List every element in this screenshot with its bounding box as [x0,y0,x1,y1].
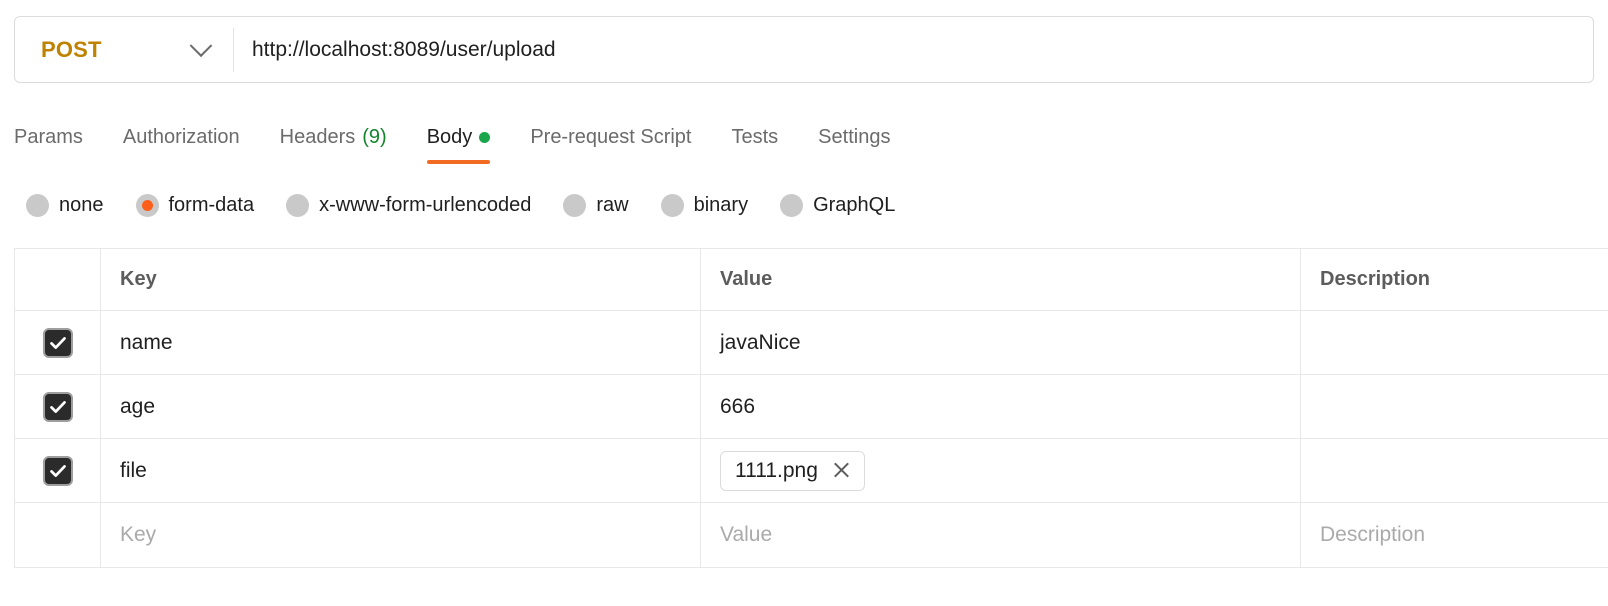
chevron-down-icon [190,34,213,57]
body-mode-binary[interactable]: binary [661,194,748,217]
row-enabled-checkbox[interactable] [43,392,73,422]
body-mode-label: raw [596,194,628,217]
cell-key[interactable]: age [101,375,701,438]
cell-value[interactable]: javaNice [701,311,1301,374]
tab-params[interactable]: Params [14,112,103,162]
cell-description[interactable] [1301,375,1608,438]
table-body: name javaNice age 666 file 1111.png Key Value De… [15,311,1608,567]
body-mode-label: form-data [169,194,255,217]
new-value-input[interactable]: Value [701,503,1301,567]
url-input[interactable] [234,17,1593,82]
header-key-label: Key [120,268,157,291]
file-chip[interactable]: 1111.png [720,451,865,491]
body-mode-none[interactable]: none [26,194,104,217]
tab-tests[interactable]: Tests [711,112,798,162]
body-mode-form-data[interactable]: form-data [136,194,255,217]
request-url-bar: POST [14,16,1594,83]
header-cell-description: Description [1301,249,1608,310]
http-method-dropdown[interactable]: POST [15,17,233,82]
header-cell-value: Value [701,249,1301,310]
new-description-input[interactable]: Description [1301,503,1608,567]
body-mode-graphql[interactable]: GraphQL [780,194,895,217]
unsaved-changes-dot-icon [479,132,490,143]
tab-label: Pre-request Script [530,126,691,149]
key-text: age [120,395,155,419]
radio-unselected-icon[interactable] [661,194,684,217]
tab-authorization[interactable]: Authorization [103,112,260,162]
radio-unselected-icon[interactable] [286,194,309,217]
tab-count-badge: (9) [362,126,386,149]
cell-checkbox [15,503,101,567]
tab-pre-request-script[interactable]: Pre-request Script [510,112,711,162]
radio-unselected-icon[interactable] [26,194,49,217]
header-cell-key: Key [101,249,701,310]
cell-description[interactable] [1301,311,1608,374]
tab-headers[interactable]: Headers (9) [260,112,407,162]
tab-body[interactable]: Body [407,112,511,162]
tab-label: Params [14,126,83,149]
cell-checkbox [15,439,101,502]
request-tabs: Params Authorization Headers (9) Body Pre-req… [14,112,910,164]
new-description-input-placeholder: Description [1320,523,1425,547]
http-method-label: POST [41,37,102,63]
value-text: javaNice [720,331,801,355]
cell-description[interactable] [1301,439,1608,502]
table-placeholder-row: Key Value Description [15,503,1608,567]
header-cell-checkbox [15,249,101,310]
body-mode-label: binary [694,194,748,217]
checkmark-icon [48,333,68,353]
close-icon[interactable] [832,461,851,480]
radio-unselected-icon[interactable] [563,194,586,217]
table-row: name javaNice [15,311,1608,375]
cell-checkbox [15,375,101,438]
tab-label: Settings [818,126,890,149]
checkmark-icon [48,397,68,417]
key-text: file [120,459,147,483]
radio-unselected-icon[interactable] [780,194,803,217]
cell-checkbox [15,311,101,374]
tab-label: Headers [280,126,356,149]
key-text: name [120,331,173,355]
header-description-label: Description [1320,268,1430,291]
new-key-input[interactable]: Key [101,503,701,567]
body-mode-label: none [59,194,104,217]
tab-label: Body [427,126,473,149]
body-mode-label: GraphQL [813,194,895,217]
checkmark-icon [48,461,68,481]
body-mode-raw[interactable]: raw [563,194,628,217]
header-value-label: Value [720,268,772,291]
row-enabled-checkbox[interactable] [43,456,73,486]
table-row: file 1111.png [15,439,1608,503]
cell-value[interactable]: 1111.png [701,439,1301,502]
tab-label: Authorization [123,126,240,149]
body-mode-radio-group: none form-data x-www-form-urlencoded raw bin… [26,186,927,224]
table-header-row: Key Value Description [15,249,1608,311]
radio-selected-icon[interactable] [136,194,159,217]
cell-value[interactable]: 666 [701,375,1301,438]
body-mode-x-www-form-urlencoded[interactable]: x-www-form-urlencoded [286,194,531,217]
tab-settings[interactable]: Settings [798,112,910,162]
table-row: age 666 [15,375,1608,439]
form-data-table: Key Value Description name javaNice age 666… [14,248,1608,568]
new-value-input-placeholder: Value [720,523,772,547]
tab-label: Tests [731,126,778,149]
new-key-input-placeholder: Key [120,523,156,547]
file-name-text: 1111.png [735,459,818,483]
row-enabled-checkbox[interactable] [43,328,73,358]
body-mode-label: x-www-form-urlencoded [319,194,531,217]
cell-key[interactable]: file [101,439,701,502]
value-text: 666 [720,395,755,419]
active-tab-indicator [427,160,491,164]
cell-key[interactable]: name [101,311,701,374]
